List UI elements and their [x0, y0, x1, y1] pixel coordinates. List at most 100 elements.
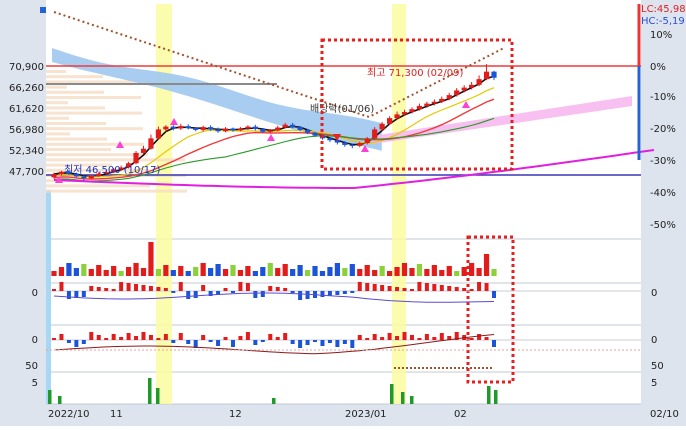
- volume-bar: [222, 269, 229, 276]
- volume-bar: [394, 267, 400, 276]
- volume-profile-bar: [46, 153, 148, 157]
- osc2-bar: [268, 334, 273, 340]
- candle-body: [170, 126, 176, 129]
- volume-bar: [275, 268, 281, 276]
- volume-bar: [215, 264, 221, 276]
- volume-profile-bar: [46, 158, 185, 162]
- volume-profile-bar: [46, 106, 105, 110]
- osc2-bar: [492, 340, 496, 347]
- osc-bar: [268, 286, 273, 291]
- volume-bar: [491, 269, 497, 276]
- signal-bar: [487, 386, 491, 404]
- osc-bar: [439, 285, 444, 291]
- candle-body: [290, 124, 296, 128]
- price-tick: 66,260: [9, 83, 44, 94]
- osc2-bar: [163, 334, 168, 340]
- volume-bar: [297, 265, 303, 276]
- panel-tick: 0: [651, 288, 657, 299]
- osc-bar: [447, 286, 452, 291]
- osc2-bar: [208, 340, 213, 342]
- candle-body: [200, 127, 206, 130]
- volume-bar: [66, 263, 72, 276]
- osc-bar: [104, 288, 109, 291]
- osc2-bar: [260, 340, 265, 342]
- panel-tick: 0: [32, 335, 38, 346]
- pct-tick: -50%: [650, 220, 676, 231]
- volume-bar: [155, 269, 162, 276]
- signal-bar: [58, 396, 62, 404]
- osc2-bar: [395, 336, 400, 340]
- stock-chart-window: 최고 71,300 (02/09) 배당락(01/06) 최저 46,500 (…: [0, 0, 686, 426]
- osc-bar: [492, 291, 496, 298]
- volume-bar: [245, 266, 251, 276]
- osc2-bar: [111, 334, 116, 340]
- osc-bar: [357, 282, 362, 291]
- volume-bar: [260, 267, 266, 276]
- candle-body: [327, 138, 333, 141]
- candle-body: [334, 140, 340, 143]
- osc-bar: [81, 291, 86, 297]
- osc-bar: [275, 287, 280, 291]
- price-tick: 61,620: [9, 104, 44, 115]
- candle-body: [185, 126, 191, 129]
- candle-body: [81, 176, 87, 179]
- osc2-bar: [178, 333, 183, 340]
- osc-bar: [409, 289, 414, 291]
- osc-bar: [156, 287, 161, 291]
- volume-profile-bar: [46, 127, 143, 131]
- volume-bar: [476, 268, 482, 276]
- osc2-bar: [201, 335, 206, 340]
- price-tick: 47,700: [9, 167, 44, 178]
- volume-bar: [454, 271, 460, 276]
- price-tick: 70,900: [9, 62, 44, 73]
- x-axis-strip: [0, 404, 686, 426]
- x-tick: 11: [110, 409, 123, 420]
- osc-bar: [283, 288, 288, 291]
- osc-bar: [148, 286, 153, 291]
- osc-bar: [320, 291, 325, 297]
- candle-body: [297, 127, 303, 130]
- osc-bar: [134, 284, 139, 291]
- pct-tick: -20%: [650, 124, 676, 135]
- volume-bar: [469, 263, 475, 276]
- highlight-band-nov: [156, 4, 172, 404]
- x-tick: 02: [454, 409, 467, 420]
- osc2-bar: [313, 340, 318, 342]
- candle-body: [304, 129, 311, 133]
- osc-bar: [454, 287, 459, 291]
- candle-body: [245, 126, 251, 129]
- candle-body: [364, 138, 370, 144]
- volume-profile-bar: [46, 116, 69, 120]
- osc2-bar: [119, 337, 124, 340]
- volume-bar: [73, 268, 79, 276]
- volume-profile-bar: [46, 96, 141, 99]
- volume-profile-bar: [46, 75, 103, 79]
- volume-bar: [230, 265, 236, 276]
- osc-bar: [238, 282, 243, 291]
- candle-body: [155, 129, 162, 139]
- osc-bar: [111, 289, 116, 291]
- volume-bar: [304, 270, 311, 276]
- volume-profile-bar: [46, 137, 107, 141]
- candle-body: [178, 126, 184, 129]
- osc-bar: [201, 285, 206, 291]
- panel-tick: 5: [32, 378, 38, 389]
- price-tick: 56,980: [9, 125, 44, 136]
- osc2-bar: [469, 338, 474, 340]
- osc-bar: [290, 291, 295, 293]
- candle-body: [416, 105, 423, 110]
- candle-body: [491, 71, 497, 78]
- osc-bar: [141, 285, 146, 291]
- volume-profile-bar: [46, 90, 104, 94]
- osc2-bar: [380, 337, 385, 340]
- candle-body: [342, 142, 348, 145]
- osc2-bar: [74, 340, 79, 347]
- volume-bar: [200, 263, 206, 276]
- osc2-bar: [350, 340, 355, 348]
- pct-tick: 0%: [650, 62, 666, 73]
- signal-bar: [390, 384, 394, 404]
- osc-bar: [305, 291, 310, 299]
- osc2-bar: [156, 338, 161, 340]
- candle-body: [267, 130, 273, 132]
- signal-bar: [494, 390, 498, 404]
